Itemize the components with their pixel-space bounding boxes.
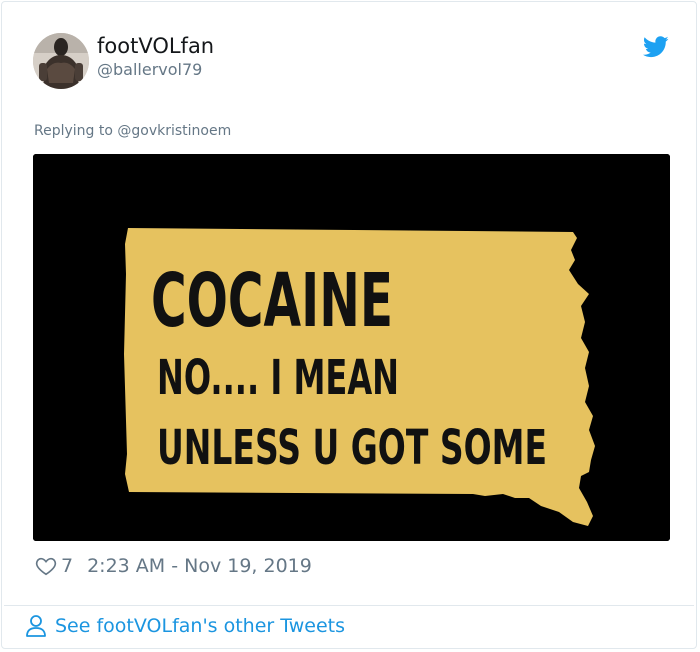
- like-count[interactable]: 7: [61, 555, 73, 577]
- user-handle[interactable]: @ballervol79: [97, 60, 202, 80]
- tweet-timestamp[interactable]: 2:23 AM - Nov 19, 2019: [87, 555, 312, 577]
- display-name[interactable]: footVOLfan: [97, 33, 214, 59]
- media-line-3: UNLESS U GOT SOME: [157, 420, 547, 476]
- see-other-tweets-link[interactable]: See footVOLfan's other Tweets: [25, 614, 345, 638]
- media-line-1: COCAINE: [151, 258, 393, 344]
- heart-icon[interactable]: [35, 555, 57, 577]
- twitter-bird-icon[interactable]: [643, 36, 669, 58]
- avatar[interactable]: [33, 33, 89, 89]
- media-line-2: NO.... I MEAN: [157, 350, 399, 406]
- see-other-tweets-label: See footVOLfan's other Tweets: [55, 615, 345, 637]
- tweet-meta: 7 2:23 AM - Nov 19, 2019: [35, 554, 312, 578]
- tweet-media-image[interactable]: COCAINE NO.... I MEAN UNLESS U GOT SOME: [33, 154, 670, 541]
- replying-prefix: Replying to: [34, 123, 118, 139]
- footer-divider: [4, 605, 694, 606]
- replying-to: Replying to @govkristinoem: [34, 122, 231, 140]
- person-icon: [26, 615, 46, 637]
- replying-mention-link[interactable]: @govkristinoem: [117, 123, 231, 139]
- south-dakota-map-image: COCAINE NO.... I MEAN UNLESS U GOT SOME: [33, 154, 670, 541]
- avatar-image: [33, 33, 89, 89]
- tweet-card: footVOLfan @ballervol79 Replying to @gov…: [1, 1, 697, 649]
